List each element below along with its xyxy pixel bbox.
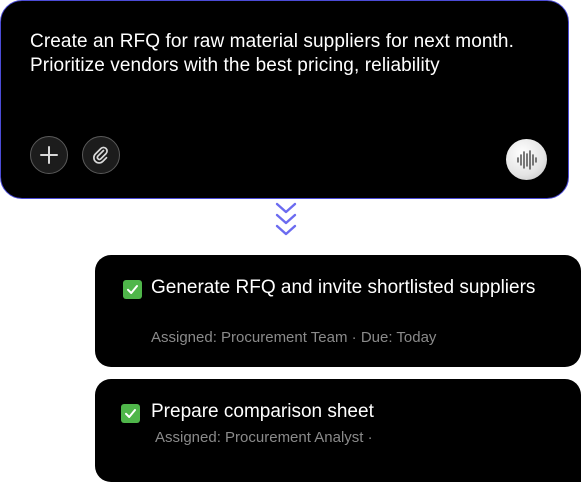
double-chevron-down-icon: [275, 202, 297, 236]
voice-input-button[interactable]: [506, 139, 547, 180]
task-checkbox[interactable]: [121, 404, 140, 423]
checkmark-icon: [125, 409, 136, 418]
task-checkbox[interactable]: [123, 280, 142, 299]
plus-icon: [40, 146, 58, 164]
paperclip-icon: [93, 146, 108, 164]
task-title: Generate RFQ and invite shortlisted supp…: [151, 277, 536, 298]
add-button[interactable]: [30, 136, 68, 174]
task-card[interactable]: Prepare comparison sheet Assigned: Procu…: [95, 379, 581, 482]
task-card[interactable]: Generate RFQ and invite shortlisted supp…: [95, 255, 581, 367]
attach-button[interactable]: [82, 136, 120, 174]
checkmark-icon: [127, 285, 138, 294]
waveform-icon: [516, 149, 537, 170]
prompt-text[interactable]: Create an RFQ for raw material suppliers…: [30, 30, 530, 78]
task-meta: Assigned: Procurement Team · Due: Today: [151, 329, 437, 346]
task-title: Prepare comparison sheet: [151, 401, 374, 422]
task-meta: Assigned: Procurement Analyst ·: [155, 429, 373, 446]
prompt-card[interactable]: Create an RFQ for raw material suppliers…: [0, 0, 569, 199]
workflow-canvas: Create an RFQ for raw material suppliers…: [0, 0, 581, 482]
